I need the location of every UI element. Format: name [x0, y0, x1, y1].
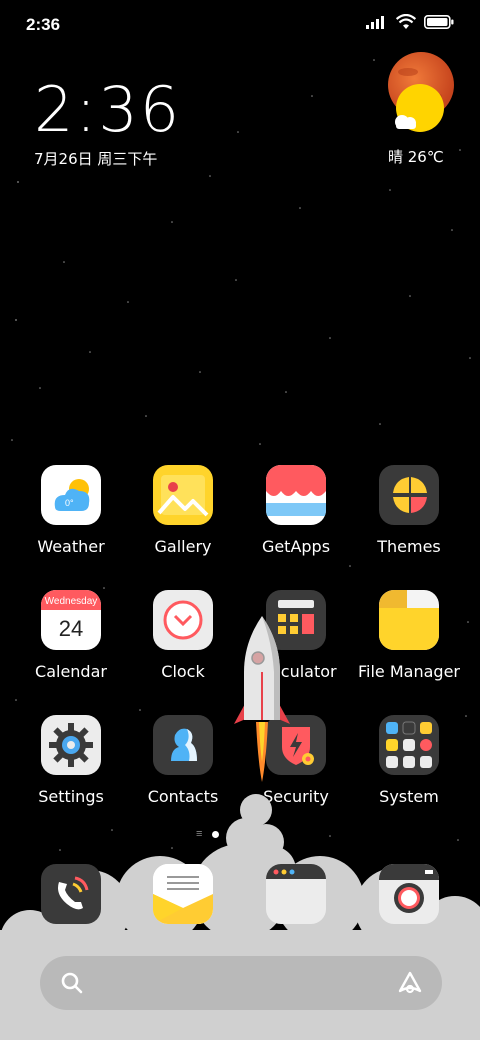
gallery-icon — [153, 465, 213, 525]
signal-icon — [366, 16, 384, 29]
phone-icon — [58, 876, 89, 910]
browser-icon — [266, 864, 326, 879]
clock-icon — [153, 590, 213, 650]
calendar-weekday: Wednesday — [45, 596, 98, 607]
camera-icon — [379, 864, 439, 913]
weather-widget[interactable]: 晴 26℃ — [384, 52, 460, 166]
file-manager-icon — [379, 590, 439, 650]
app-getapps[interactable]: GetApps — [241, 465, 351, 556]
dock-browser[interactable] — [266, 864, 326, 924]
status-icons — [366, 14, 454, 30]
weather-widget-text: 晴 26℃ — [388, 148, 444, 166]
weather-icon-temp: 0° — [65, 498, 74, 508]
app-file-manager[interactable]: File Manager — [354, 590, 464, 681]
app-label-calendar: Calendar — [35, 662, 107, 681]
search-bar[interactable] — [40, 956, 442, 1010]
clock-widget-date: 7月26日 周三下午 — [34, 150, 158, 168]
contacts-icon — [153, 715, 213, 775]
assistant-icon[interactable] — [396, 969, 424, 997]
clock-widget[interactable]: 2:36 7月26日 周三下午 — [34, 78, 181, 169]
app-calendar[interactable]: Wednesday 24 Calendar — [16, 590, 126, 681]
app-label-weather: Weather — [37, 537, 105, 556]
app-gallery[interactable]: Gallery — [128, 465, 238, 556]
dock-phone[interactable] — [41, 864, 101, 924]
weather-sun-planet-icon — [388, 52, 454, 132]
app-weather[interactable]: 0° Weather — [16, 465, 126, 556]
clock-widget-time: 2:36 — [34, 73, 182, 146]
battery-icon — [424, 15, 454, 29]
gear-icon — [41, 715, 101, 775]
search-icon — [61, 972, 83, 994]
calendar-icon: Wednesday 24 — [41, 590, 101, 650]
wifi-icon — [396, 14, 416, 29]
dock-messages[interactable] — [153, 864, 213, 924]
app-label-file-manager: File Manager — [358, 662, 460, 681]
messages-icon — [153, 864, 213, 924]
folder-icon — [379, 715, 439, 775]
app-themes[interactable]: Themes — [354, 465, 464, 556]
themes-icon — [379, 465, 439, 525]
rocket-decoration — [234, 616, 290, 782]
calendar-day: 24 — [59, 616, 83, 641]
status-time: 2:36 — [26, 15, 61, 34]
getapps-icon — [266, 465, 326, 525]
status-bar: 2:36 — [0, 0, 480, 50]
app-label-gallery: Gallery — [154, 537, 212, 556]
dock-camera[interactable] — [379, 864, 439, 924]
weather-icon: 0° — [41, 465, 101, 525]
app-label-getapps: GetApps — [261, 537, 331, 556]
app-label-themes: Themes — [377, 537, 441, 556]
